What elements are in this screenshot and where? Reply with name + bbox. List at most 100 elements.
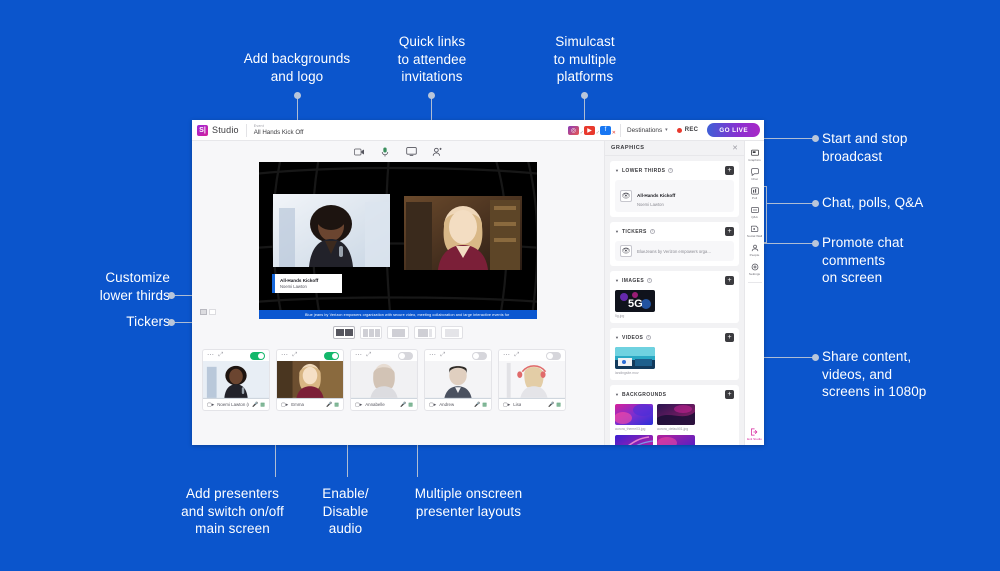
more-options-icon[interactable]: ⋯ — [207, 352, 215, 359]
mic-icon[interactable]: 🎤 — [252, 402, 258, 408]
section-header[interactable]: ▼ VIDEOS i + — [615, 333, 734, 342]
callout-start-stop-broadcast: Start and stop broadcast — [822, 131, 908, 164]
presenter-tile[interactable]: ⋯ ⤢ — [498, 349, 566, 411]
video-tile-speaker-left[interactable] — [273, 194, 390, 267]
section-header[interactable]: ▼ TICKERS i + — [615, 227, 734, 236]
eye-icon[interactable]: 👁 — [620, 190, 632, 202]
background-thumb[interactable]: abstractgradient_01_DK.jpg — [615, 435, 653, 445]
info-icon[interactable]: i — [646, 335, 652, 340]
eye-icon[interactable]: 👁 — [620, 245, 632, 257]
rail-item-people[interactable]: People — [745, 240, 765, 259]
add-image-button[interactable]: + — [725, 276, 734, 285]
facebook-icon[interactable]: f ✕ — [600, 125, 616, 136]
ticker-asset-row[interactable]: 👁 BlueJeans by Verizon empowers orga… — [615, 241, 734, 261]
rail-item-chat[interactable]: Chat — [745, 164, 765, 183]
expand-icon[interactable]: ⤢ — [367, 352, 372, 359]
thumbnail-caption: aurora_default01.jpg — [657, 427, 689, 431]
add-person-icon[interactable] — [431, 146, 444, 157]
background-thumb[interactable]: aurora_theme05.jpg — [657, 435, 695, 445]
thumbnail-image — [615, 347, 655, 369]
app-body: All-Hands Kickoff Noemi Lawton Blue jean… — [192, 141, 764, 445]
section-header[interactable]: ▼ IMAGES i + — [615, 276, 734, 285]
presenter-onscreen-toggle[interactable] — [250, 351, 265, 360]
image-thumb[interactable]: 5G 5g.jpg — [615, 290, 655, 318]
exit-studio-button[interactable]: Exit Studio — [747, 427, 762, 445]
rail-item-settings[interactable]: Settings — [745, 259, 765, 278]
destinations-dropdown[interactable]: Destinations ▾ — [627, 127, 668, 134]
callout-quick-links: Quick links to attendee invitations — [397, 34, 467, 84]
mic-icon[interactable]: 🎤 — [326, 402, 332, 408]
more-options-icon[interactable]: ⋯ — [281, 352, 289, 359]
lower-third-asset-row[interactable]: 👁 All-Hands Kickoff Noemi Lawton — [615, 180, 734, 212]
screen-share-icon[interactable] — [405, 146, 418, 157]
add-lower-third-button[interactable]: + — [725, 166, 734, 175]
video-stage-preview[interactable]: All-Hands Kickoff Noemi Lawton Blue jean… — [259, 162, 537, 319]
studio-app-window: S| Studio Event All Hands Kick Off ◎ ✓ ▶… — [192, 120, 764, 445]
record-label: REC — [684, 127, 699, 133]
signal-icon: ▩ — [408, 401, 413, 408]
layout-indicator-inactive — [209, 309, 216, 315]
chevron-down-icon[interactable]: ▼ — [615, 229, 619, 234]
info-icon[interactable]: i — [668, 168, 674, 173]
presenter-tile-footer: ▢▸ Lisa 🎤 ▩ — [499, 399, 565, 410]
presenter-onscreen-toggle[interactable] — [546, 351, 561, 360]
chevron-down-icon[interactable]: ▼ — [615, 168, 619, 173]
layout-option-thirds[interactable] — [360, 326, 382, 339]
expand-icon[interactable]: ⤢ — [515, 352, 520, 359]
expand-icon[interactable]: ⤢ — [441, 352, 446, 359]
rail-label: People — [749, 253, 760, 257]
background-thumb[interactable]: aurora_default01.jpg — [657, 404, 695, 431]
mic-icon[interactable]: 🎤 — [548, 402, 554, 408]
chevron-down-icon[interactable]: ▼ — [615, 278, 619, 283]
add-video-button[interactable]: + — [725, 333, 734, 342]
presenter-tile[interactable]: ⋯ ⤢ ▢▸ Annabelle 🎤 ▩ — [350, 349, 418, 411]
video-tile-speaker-right[interactable] — [404, 196, 522, 270]
add-ticker-button[interactable]: + — [725, 227, 734, 236]
youtube-icon[interactable]: ▶ ✓ — [584, 125, 600, 136]
add-background-button[interactable]: + — [725, 390, 734, 399]
record-button[interactable]: REC — [676, 127, 699, 133]
thumbnail-image: 5G — [615, 290, 655, 312]
chevron-down-icon[interactable]: ▼ — [615, 335, 619, 340]
rail-label: Graphics — [748, 158, 761, 162]
thumbnail-image — [657, 435, 695, 445]
section-header[interactable]: ▼ BACKGROUNDS + — [615, 390, 734, 399]
rail-item-social-wall[interactable]: Social Wall — [745, 221, 765, 240]
expand-icon[interactable]: ⤢ — [219, 352, 224, 359]
expand-icon[interactable]: ⤢ — [293, 352, 298, 359]
video-thumb[interactable]: landingsite.mov — [615, 347, 655, 375]
close-icon[interactable]: ✕ — [732, 145, 738, 152]
more-options-icon[interactable]: ⋯ — [355, 352, 363, 359]
mic-icon[interactable]: 🎤 — [474, 402, 480, 408]
presenter-onscreen-toggle[interactable] — [398, 351, 413, 360]
rail-item-poll[interactable]: Poll — [745, 183, 765, 202]
stage-layout-indicator[interactable] — [200, 309, 216, 315]
background-thumb[interactable]: aurora_theme03.jpg — [615, 404, 653, 431]
presenter-tile[interactable]: ⋯ ⤢ — [424, 349, 492, 411]
presenter-onscreen-toggle[interactable] — [324, 351, 339, 360]
studio-logo-icon: S| — [197, 124, 208, 136]
info-icon[interactable]: i — [647, 278, 653, 283]
section-header[interactable]: ▼ LOWER THIRDS i + — [615, 166, 734, 175]
thumbnail-caption: landingsite.mov — [615, 371, 639, 375]
presenter-onscreen-toggle[interactable] — [472, 351, 487, 360]
chevron-down-icon[interactable]: ▼ — [615, 392, 619, 397]
camera-icon[interactable] — [353, 146, 366, 157]
app-title: Studio — [212, 125, 239, 135]
instagram-icon[interactable]: ◎ ✓ — [568, 125, 584, 136]
layout-option-content-pip-corner[interactable] — [441, 326, 463, 339]
rail-item-graphics[interactable]: Graphics — [745, 145, 765, 164]
presenter-tile[interactable]: ⋯ ⤢ — [276, 349, 344, 411]
microphone-icon[interactable] — [379, 146, 392, 157]
rail-item-qa[interactable]: Q&A — [745, 202, 765, 221]
presenter-tile[interactable]: ⋯ ⤢ — [202, 349, 270, 411]
mic-icon[interactable]: 🎤 — [400, 402, 406, 408]
layout-option-split-two[interactable] — [333, 326, 355, 339]
layout-option-content-main[interactable] — [387, 326, 409, 339]
info-icon[interactable]: i — [649, 229, 655, 234]
layout-option-content-pip-right[interactable] — [414, 326, 436, 339]
more-options-icon[interactable]: ⋯ — [429, 352, 437, 359]
topbar-right-controls: ◎ ✓ ▶ ✓ f ✕ Destinations ▾ REC GO LIVE — [568, 123, 760, 137]
go-live-button[interactable]: GO LIVE — [707, 123, 760, 137]
more-options-icon[interactable]: ⋯ — [503, 352, 511, 359]
